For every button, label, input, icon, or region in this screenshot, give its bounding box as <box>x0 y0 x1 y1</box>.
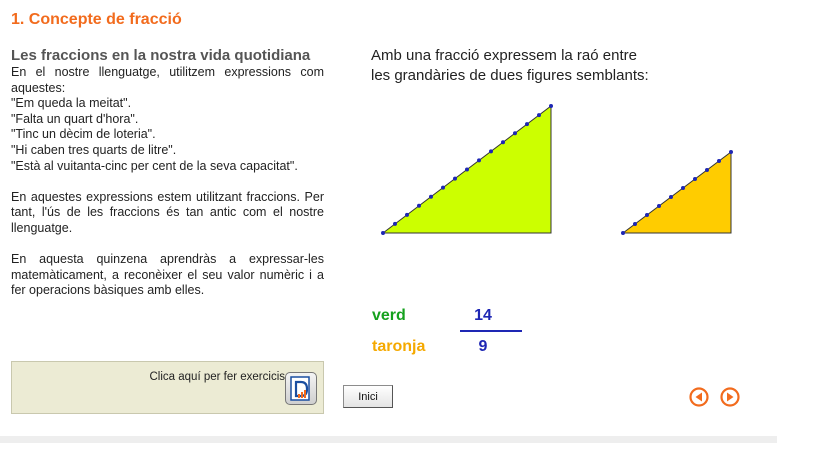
hypotenuse-point <box>417 203 421 208</box>
quote-line: "Em queda la meitat". <box>11 96 132 111</box>
hypotenuse-point <box>453 176 457 181</box>
intro-line: les grandàries de dues figures semblants… <box>371 67 649 84</box>
fraction-bar <box>460 330 522 332</box>
hypotenuse-point <box>705 168 709 172</box>
hypotenuse-point <box>549 104 553 108</box>
hypotenuse-point <box>669 195 673 199</box>
hypotenuse-point <box>645 213 649 217</box>
figure-intro: Amb una fracció expressem la raó entre l… <box>371 46 649 86</box>
hypotenuse-point <box>501 140 505 145</box>
label-orange: taronja <box>372 338 426 355</box>
quote-line: "Falta un quart d'hora". <box>11 111 139 126</box>
hypotenuse-point <box>381 231 385 235</box>
hypotenuse-point <box>537 113 541 118</box>
quote-line: "Hi caben tres quarts de litre". <box>11 142 177 157</box>
hypotenuse-point <box>513 131 517 136</box>
hypotenuse-point <box>729 150 733 154</box>
hypotenuse-point <box>441 185 445 190</box>
page-title: 1. Concepte de fracció <box>11 11 182 28</box>
paragraph-usage: En aquestes expressions estem utilitzant… <box>11 189 324 235</box>
hypotenuse-point <box>525 122 529 127</box>
quote-line: "Està al vuitanta-cinc per cent de la se… <box>11 158 298 173</box>
green-triangle <box>381 104 553 235</box>
hypotenuse-point <box>621 231 625 235</box>
hypotenuse-point <box>657 204 661 208</box>
fraction-denominator: 9 <box>478 338 488 355</box>
orange-triangle <box>621 150 733 235</box>
exercise-document-icon <box>290 376 310 401</box>
hypotenuse-point <box>393 221 397 226</box>
hypotenuse-point <box>465 167 469 172</box>
hypotenuse-point <box>717 159 721 163</box>
paragraph-line: En el nostre llenguatge, utilitzem expre… <box>11 65 324 95</box>
exercise-panel: Clica aquí per fer exercicis <box>11 361 324 414</box>
paragraph-objectives: En aquesta quinzena aprendràs a expressa… <box>11 252 324 298</box>
hypotenuse-point <box>633 222 637 226</box>
paragraph-expressions: En el nostre llenguatge, utilitzem expre… <box>11 65 324 174</box>
hypotenuse-point <box>681 186 685 190</box>
circle-arrow-left-icon[interactable] <box>689 387 709 407</box>
home-button[interactable]: Inici <box>343 385 393 408</box>
quote-line: "Tinc un dècim de loteria". <box>11 127 156 142</box>
hypotenuse-point <box>477 158 481 163</box>
section-subtitle: Les fraccions en la nostra vida quotidia… <box>11 47 311 64</box>
bottom-divider <box>0 436 777 443</box>
content-column: Les fraccions en la nostra vida quotidia… <box>11 46 324 299</box>
hypotenuse-point <box>405 212 409 217</box>
exercise-button[interactable] <box>285 372 317 405</box>
intro-line: Amb una fracció expressem la raó entre <box>371 47 637 64</box>
fraction-numerator: 14 <box>474 307 492 324</box>
circle-arrow-right-icon[interactable] <box>720 387 740 407</box>
exercise-label: Clica aquí per fer exercicis <box>149 371 286 383</box>
hypotenuse-point <box>693 177 697 181</box>
orange-triangle-shape <box>621 151 732 234</box>
hypotenuse-point <box>489 149 493 154</box>
label-green: verd <box>372 307 406 324</box>
hypotenuse-point <box>429 194 433 199</box>
